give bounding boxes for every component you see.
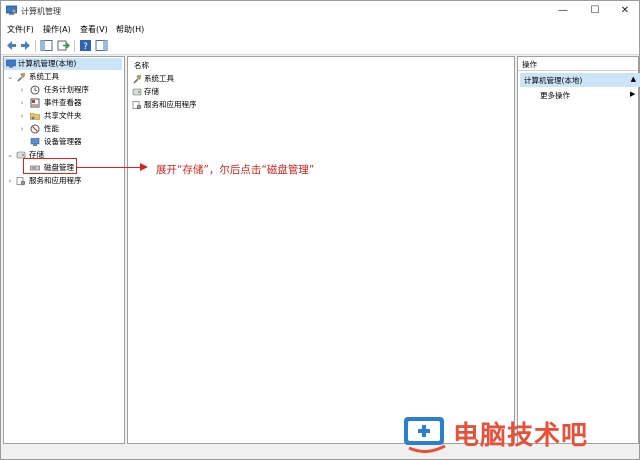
- shared-folder-icon: [30, 113, 40, 120]
- svg-text:?: ?: [83, 42, 88, 52]
- collapse-up-icon[interactable]: ▲: [631, 75, 636, 83]
- console-tree-pane: 计算机管理(本地) ⌄ 系统工具 › 任务计划程序 › 事件查看器 › 共享文件…: [3, 56, 125, 444]
- tree-item-label: 事件查看器: [44, 98, 82, 107]
- maximize-button[interactable]: ☐: [581, 3, 609, 19]
- annotation-text: 展开“存储”，尔后点击“磁盘管理”: [156, 164, 315, 176]
- tree-item-label: 共享文件夹: [44, 111, 82, 120]
- list-item-label: 存储: [144, 87, 159, 96]
- window-title: 计算机管理: [21, 7, 61, 16]
- back-arrow-icon[interactable]: [5, 39, 18, 52]
- storage-icon: [132, 88, 142, 96]
- menu-view[interactable]: 查看(V): [80, 24, 108, 35]
- highlight-box: [23, 158, 77, 174]
- watermark-text: 电脑技术吧: [453, 421, 589, 451]
- menu-file[interactable]: 文件(F): [7, 24, 34, 35]
- watermark: 电脑技术吧: [401, 411, 637, 455]
- tools-icon: [17, 73, 25, 82]
- computer-management-window: 计算机管理 — ☐ ✕ 文件(F) 操作(A) 查看(V) 帮助(H) ? 计算…: [0, 0, 640, 460]
- export-list-icon[interactable]: [57, 39, 70, 52]
- show-action-pane-icon[interactable]: [95, 39, 108, 52]
- more-actions-item[interactable]: 更多操作: [540, 90, 570, 101]
- chevron-down-icon[interactable]: ⌄: [6, 71, 14, 83]
- computer-management-icon: [6, 5, 17, 15]
- tree-item-label: 计算机管理(本地): [18, 59, 77, 68]
- help-icon[interactable]: ?: [79, 39, 92, 52]
- watermark-logo-icon: [404, 417, 446, 453]
- clock-icon: [30, 85, 40, 95]
- tools-icon: [133, 75, 141, 84]
- console-tree-icon[interactable]: [40, 39, 53, 52]
- column-header-name[interactable]: 名称: [134, 60, 149, 71]
- chevron-down-icon[interactable]: ⌄: [6, 149, 14, 161]
- services-icon: [16, 177, 26, 186]
- tree-item-label: 性能: [44, 124, 59, 133]
- toolbar-separator: [74, 40, 75, 52]
- annotation-arrow-line: [77, 167, 143, 168]
- tree-item-computer-management[interactable]: 计算机管理(本地): [4, 58, 122, 70]
- minimize-button[interactable]: —: [549, 3, 577, 19]
- device-manager-icon: [30, 138, 40, 146]
- submenu-arrow-icon[interactable]: ▶: [630, 90, 635, 98]
- toolbar: ?: [1, 37, 639, 55]
- tree-item-label: 服务和应用程序: [29, 176, 82, 185]
- chevron-right-icon[interactable]: ›: [18, 97, 26, 109]
- performance-icon: [30, 124, 40, 134]
- services-icon: [132, 101, 142, 110]
- chevron-right-icon[interactable]: ›: [18, 84, 26, 96]
- annotation-arrowhead-icon: [140, 163, 148, 171]
- more-actions-label: 更多操作: [540, 91, 570, 100]
- close-button[interactable]: ✕: [611, 3, 639, 19]
- list-item-label: 服务和应用程序: [144, 100, 197, 109]
- computer-management-icon: [6, 59, 16, 68]
- actions-header: 操作: [518, 57, 638, 71]
- toolbar-separator: [35, 40, 36, 52]
- tree-item-label: 系统工具: [29, 72, 59, 81]
- actions-pane: 操作 计算机管理(本地) ▲ 更多操作 ▶: [517, 56, 640, 444]
- content-list-pane: 名称 系统工具 存储 服务和应用程序: [127, 56, 515, 444]
- actions-section-computer-management[interactable]: 计算机管理(本地) ▲: [520, 73, 640, 87]
- chevron-right-icon[interactable]: ›: [18, 110, 26, 122]
- menu-bar: 文件(F) 操作(A) 查看(V) 帮助(H): [1, 21, 639, 37]
- chevron-right-icon[interactable]: ›: [6, 175, 14, 187]
- actions-section-label: 计算机管理(本地): [524, 76, 583, 85]
- title-bar[interactable]: 计算机管理 — ☐ ✕: [1, 1, 639, 21]
- tree-item-label: 任务计划程序: [44, 85, 89, 94]
- forward-arrow-icon[interactable]: [19, 39, 32, 52]
- event-viewer-icon: [30, 98, 40, 108]
- menu-action[interactable]: 操作(A): [43, 24, 71, 35]
- chevron-right-icon[interactable]: ›: [18, 123, 26, 135]
- tree-item-label: 设备管理器: [44, 137, 82, 146]
- list-item-label: 系统工具: [144, 74, 174, 83]
- menu-help[interactable]: 帮助(H): [116, 24, 144, 35]
